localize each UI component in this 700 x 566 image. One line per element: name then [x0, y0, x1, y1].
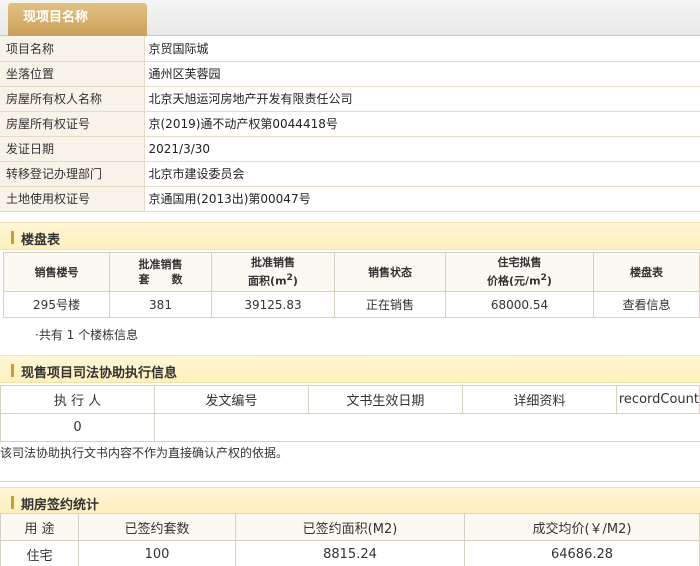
- view-info-link[interactable]: 查看信息: [593, 291, 700, 318]
- section-marker: [11, 496, 14, 509]
- info-label: 转移登记办理部门: [0, 161, 145, 187]
- col-area-line2: 面积(m2): [212, 270, 334, 289]
- col-signed-sets: 已签约套数: [78, 513, 236, 541]
- info-value: 通州区芙蓉园: [144, 61, 700, 87]
- col-price-end: ): [546, 274, 552, 288]
- info-value: 京通国用(2013出)第00047号: [144, 186, 700, 212]
- col-record-count: recordCount: [615, 385, 700, 414]
- col-executor: 执 行 人: [0, 385, 155, 414]
- contract-section-header: 期房签约统计: [0, 487, 700, 515]
- cell-use: 住宅: [0, 540, 79, 566]
- section-title: 期房签约统计: [21, 498, 100, 513]
- judicial-table: 执 行 人 发文编号 文书生效日期 详细资料 recordCount 0: [0, 385, 700, 442]
- info-label: 坐落位置: [0, 61, 145, 87]
- col-area-text: 面积(m: [248, 274, 287, 288]
- col-area: 批准销售 面积(m2): [211, 252, 335, 292]
- cell-area: 39125.83: [211, 291, 335, 318]
- table-row: 住宅 100 8815.24 64686.28: [0, 540, 700, 566]
- project-info-table: 项目名称 京贸国际城 坐落位置 通州区芙蓉园 房屋所有权人名称 北京天旭运河房地…: [0, 36, 700, 212]
- buildings-section-header: 楼盘表: [0, 222, 700, 250]
- col-details: 详细资料: [461, 385, 617, 414]
- empty-cell: [153, 413, 700, 442]
- info-row: 坐落位置 通州区芙蓉园: [0, 61, 700, 87]
- col-price-line2: 价格(元/m2): [446, 270, 593, 289]
- cell-price: 68000.54: [445, 291, 594, 318]
- section-marker: [11, 364, 14, 377]
- col-use: 用 途: [0, 513, 79, 541]
- info-label: 发证日期: [0, 136, 145, 162]
- info-value: 2021/3/30: [144, 136, 700, 162]
- cell-avg-price: 64686.28: [464, 540, 700, 566]
- section-marker: [11, 231, 14, 244]
- col-status: 销售状态: [334, 252, 446, 292]
- info-row: 转移登记办理部门 北京市建设委员会: [0, 161, 700, 187]
- col-price: 住宅拟售 价格(元/m2): [445, 252, 594, 292]
- col-area-line1: 批准销售: [251, 256, 295, 270]
- section-title: 楼盘表: [21, 233, 61, 248]
- col-building: 销售楼号: [3, 252, 110, 292]
- col-avg-price: 成交均价(￥/M2): [464, 513, 700, 541]
- cell-status: 正在销售: [334, 291, 446, 318]
- section-title: 现售项目司法协助执行信息: [21, 366, 178, 381]
- col-area-end: ): [292, 274, 298, 288]
- info-row: 房屋所有权证号 京(2019)通不动产权第0044418号: [0, 111, 700, 137]
- cell-signed-sets: 100: [78, 540, 236, 566]
- contract-stats-table: 用 途 已签约套数 已签约面积(M2) 成交均价(￥/M2) 住宅 100 88…: [0, 513, 700, 566]
- buildings-summary: ·共有 1 个楼栋信息: [35, 328, 139, 342]
- info-row: 房屋所有权人名称 北京天旭运河房地产开发有限责任公司: [0, 86, 700, 112]
- col-price-text: 价格(元/m: [487, 274, 541, 288]
- buildings-table: 销售楼号 批准销售 套 数 批准销售 面积(m2) 销售状态 住宅拟售 价格(元…: [3, 252, 700, 318]
- info-value: 京贸国际城: [144, 36, 700, 62]
- col-price-line1: 住宅拟售: [497, 256, 542, 270]
- info-row: 发证日期 2021/3/30: [0, 136, 700, 162]
- judicial-header-row: 执 行 人 发文编号 文书生效日期 详细资料 recordCount: [0, 385, 700, 414]
- info-row: 项目名称 京贸国际城: [0, 36, 700, 62]
- cell-signed-area: 8815.24: [235, 540, 465, 566]
- col-sets-line2: 套 数: [138, 273, 183, 286]
- col-table: 楼盘表: [593, 252, 700, 292]
- col-effective-date: 文书生效日期: [307, 385, 463, 414]
- judicial-section-header: 现售项目司法协助执行信息: [0, 355, 700, 383]
- tab-project-name[interactable]: 现项目名称: [8, 3, 147, 36]
- col-sets: 批准销售 套 数: [109, 252, 212, 292]
- contract-header-row: 用 途 已签约套数 已签约面积(M2) 成交均价(￥/M2): [0, 513, 700, 541]
- cell-sets: 381: [109, 291, 212, 318]
- info-label: 项目名称: [0, 36, 145, 62]
- cell-building: 295号楼: [3, 291, 110, 318]
- col-signed-area: 已签约面积(M2): [235, 513, 465, 541]
- info-value: 北京天旭运河房地产开发有限责任公司: [144, 86, 700, 112]
- judicial-count-row: 0: [0, 413, 700, 442]
- info-label: 房屋所有权证号: [0, 111, 145, 137]
- top-header: 现项目名称: [0, 0, 700, 36]
- judicial-notice: 该司法协助执行文书内容不作为直接确认产权的依据。: [0, 444, 700, 482]
- info-label: 土地使用权证号: [0, 186, 145, 212]
- col-doc-number: 发文编号: [153, 385, 309, 414]
- info-value: 京(2019)通不动产权第0044418号: [144, 111, 700, 137]
- info-row: 土地使用权证号 京通国用(2013出)第00047号: [0, 186, 700, 212]
- info-value: 北京市建设委员会: [144, 161, 700, 187]
- col-sets-line1: 批准销售: [138, 258, 183, 271]
- buildings-header-row: 销售楼号 批准销售 套 数 批准销售 面积(m2) 销售状态 住宅拟售 价格(元…: [3, 252, 700, 292]
- info-label: 房屋所有权人名称: [0, 86, 145, 112]
- record-count-value: 0: [0, 413, 155, 442]
- table-row: 295号楼 381 39125.83 正在销售 68000.54 查看信息: [3, 291, 700, 318]
